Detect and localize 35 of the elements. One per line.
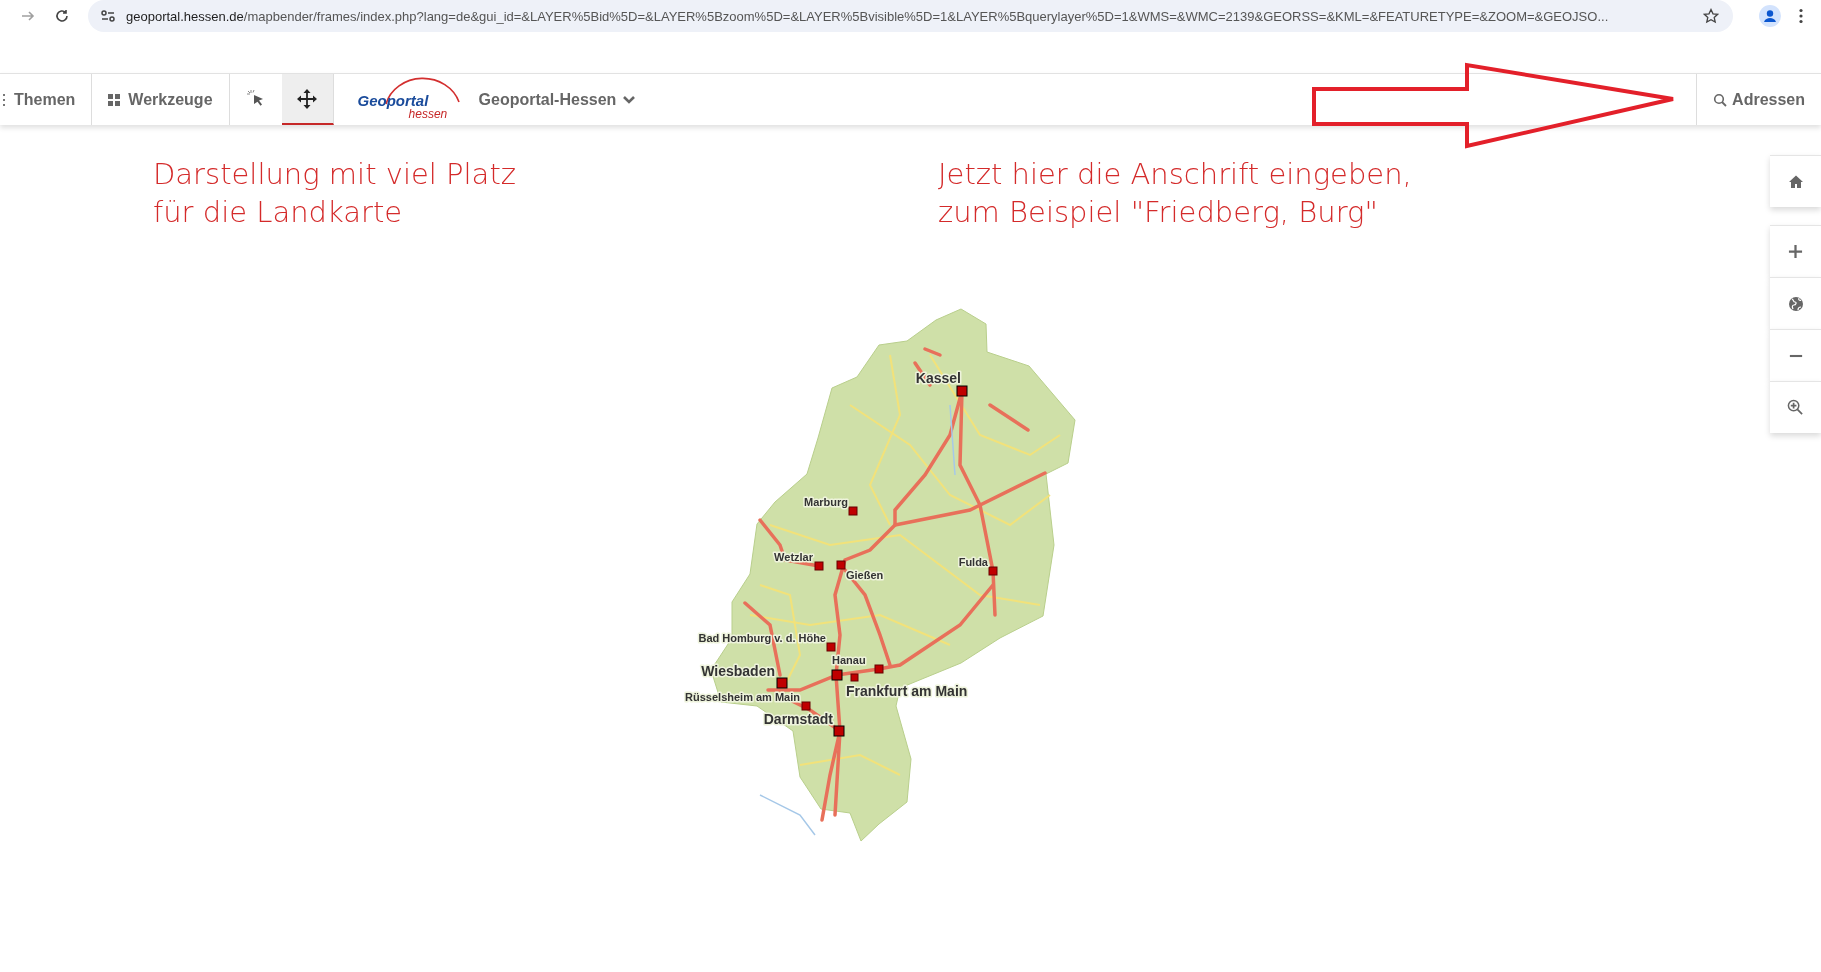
globe-button[interactable] <box>1770 277 1821 329</box>
city-label: Fulda <box>958 556 988 568</box>
zoom-in-magnifier-icon <box>1787 399 1804 416</box>
city-label: Frankfurt am Main <box>846 683 968 699</box>
chevron-down-icon <box>622 94 637 105</box>
annotation-text: Jetzt hier die Anschrift eingeben, zum Beispiel "Friedberg, Burg" <box>938 156 1412 231</box>
city-label: Bad Homburg v. d. Höhe <box>698 632 826 644</box>
zoom-box-button[interactable] <box>1770 381 1821 433</box>
url-text: geoportal.hessen.de/mapbender/frames/index.php?lang=de&gui_id=&LAYER%5Bid%5D=&LAYER%5Bzoom%5D=&LAYER%5Bvisible%5D=1&LAYER%5Bquerylayer%5D=1&WMS=&WMC=2139&GEORSS=&KML=&FEATURETYPE=&ZOOM=&GEOJSO... <box>126 8 1610 24</box>
globe-icon <box>1787 295 1804 312</box>
move-arrows-icon <box>297 88 318 109</box>
more-options-icon[interactable] <box>1799 8 1803 24</box>
annotation-text: Darstellung mit viel Platz für die Landkarte <box>153 156 517 231</box>
grid-icon <box>108 93 121 106</box>
search-icon <box>1713 92 1728 107</box>
city-label: Rüsselsheim am Main <box>685 691 800 703</box>
address-bar[interactable]: geoportal.hessen.de/mapbender/frames/index.php?lang=de&gui_id=&LAYER%5Bid%5D=&LAYER%5Bzoom%5D=&LAYER%5Bvisible%5D=1&LAYER%5Bquerylayer%5D=1&WMS=&WMC=2139&GEORSS=&KML=&FEATURETYPE=&ZOOM=&GEOJSO... <box>88 0 1733 32</box>
vertical-dots-icon <box>3 92 6 107</box>
menu-button[interactable]: Werkzeuge <box>92 74 230 125</box>
reload-icon[interactable] <box>54 8 70 24</box>
plus-icon <box>1788 244 1803 259</box>
pan-tool-button[interactable] <box>281 74 334 125</box>
dropdown-button[interactable]: Geoportal-Hessen <box>472 74 643 125</box>
city-label: Wiesbaden <box>701 663 775 679</box>
city-label: Marburg <box>804 496 848 508</box>
city-marker-icon <box>850 673 859 682</box>
site-info-icon[interactable] <box>100 8 116 24</box>
home-button[interactable] <box>1770 155 1821 207</box>
address-search-button[interactable]: Adressen <box>1696 74 1821 125</box>
home-icon <box>1787 173 1804 190</box>
zoom-in-button[interactable] <box>1770 225 1821 277</box>
geoportal-logo[interactable]: Geoportal hessen <box>355 74 461 125</box>
star-icon[interactable] <box>1703 8 1719 24</box>
profile-icon[interactable] <box>1759 5 1781 27</box>
menu-button[interactable]: Themen <box>0 74 93 125</box>
